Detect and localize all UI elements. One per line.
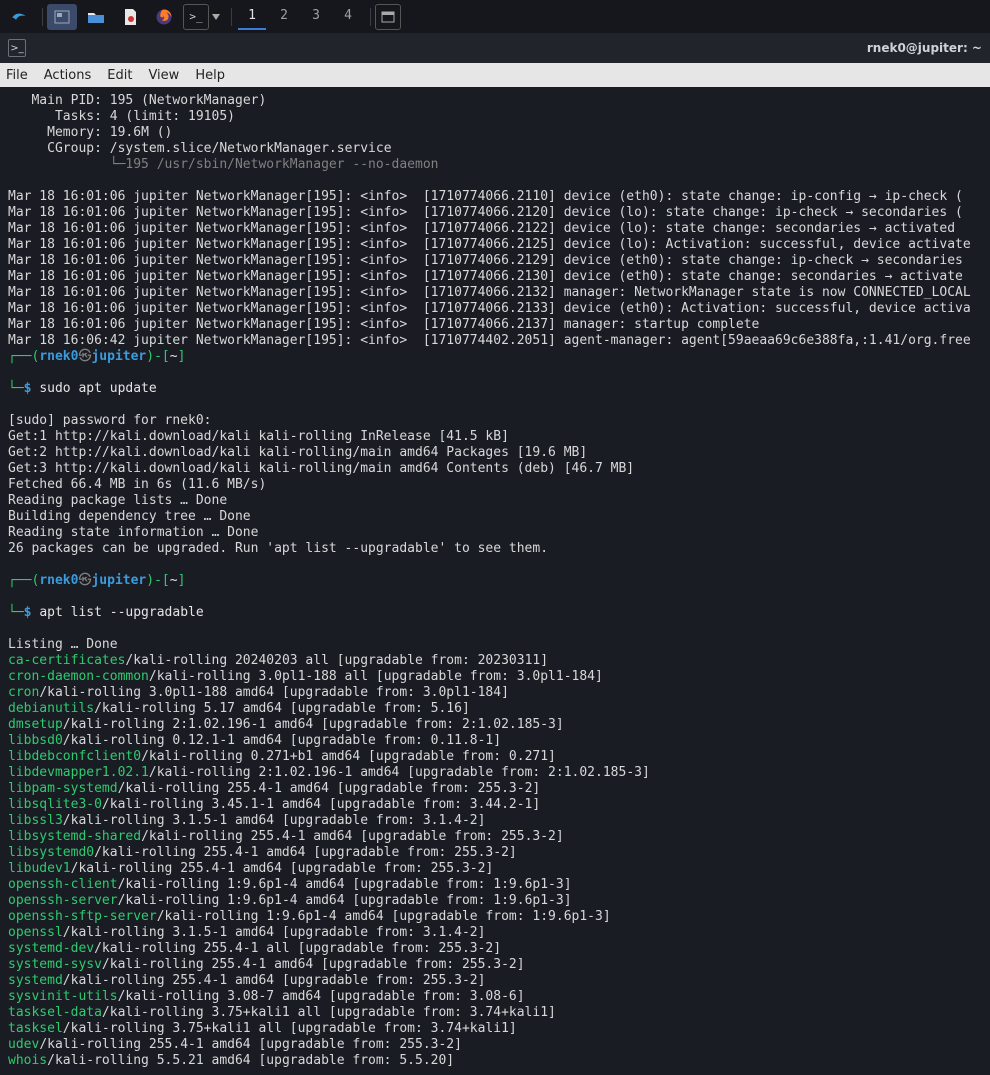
package-line: openssh-client/kali-rolling 1:9.6p1-4 am… (8, 877, 572, 892)
package-line: libdebconfclient0/kali-rolling 0.271+b1 … (8, 749, 556, 764)
separator (42, 8, 43, 26)
package-line: libsystemd-shared/kali-rolling 255.4-1 a… (8, 829, 564, 844)
file-manager-icon[interactable] (81, 4, 111, 30)
package-line: libsystemd0/kali-rolling 255.4-1 amd64 [… (8, 845, 517, 860)
log-line: Mar 18 16:01:06 jupiter NetworkManager[1… (8, 237, 971, 252)
package-line: debianutils/kali-rolling 5.17 amd64 [upg… (8, 701, 470, 716)
status-cgroup: CGroup: /system.slice/NetworkManager.ser… (8, 141, 392, 156)
kali-menu-icon[interactable] (4, 4, 34, 30)
log-line: Mar 18 16:01:06 jupiter NetworkManager[1… (8, 317, 759, 332)
apt-output-line: 26 packages can be upgraded. Run 'apt li… (8, 541, 548, 556)
package-line: systemd-sysv/kali-rolling 255.4-1 amd64 … (8, 957, 525, 972)
window-titlebar[interactable]: >_ rnek0@jupiter: ~ (0, 33, 990, 63)
prompt-cmd-2: └─$ apt list --upgradable (8, 605, 982, 621)
package-line: tasksel/kali-rolling 3.75+kali1 all [upg… (8, 1021, 517, 1036)
package-line: openssl/kali-rolling 3.1.5-1 amd64 [upgr… (8, 925, 485, 940)
package-line: cron/kali-rolling 3.0pl1-188 amd64 [upgr… (8, 685, 509, 700)
workspace-3[interactable]: 3 (302, 4, 330, 30)
prompt-cmd-1: └─$ sudo apt update (8, 381, 982, 397)
package-line: sysvinit-utils/kali-rolling 3.08-7 amd64… (8, 989, 525, 1004)
workspace-2[interactable]: 2 (270, 4, 298, 30)
apt-output-line: [sudo] password for rnek0: (8, 413, 212, 428)
package-line: ca-certificates/kali-rolling 20240203 al… (8, 653, 548, 668)
package-line: udev/kali-rolling 255.4-1 amd64 [upgrada… (8, 1037, 462, 1052)
package-line: libpam-systemd/kali-rolling 255.4-1 amd6… (8, 781, 540, 796)
apt-output-line: Reading state information … Done (8, 525, 258, 540)
log-line: Mar 18 16:01:06 jupiter NetworkManager[1… (8, 221, 963, 236)
show-desktop-icon[interactable] (375, 4, 401, 30)
prompt-line-1: ┌──(rnek0㉿jupiter)-[~] (8, 349, 982, 365)
apt-output-line: Get:1 http://kali.download/kali kali-rol… (8, 429, 509, 444)
terminal-launcher-icon[interactable]: >_ (183, 4, 209, 30)
log-line: Mar 18 16:01:06 jupiter NetworkManager[1… (8, 253, 963, 268)
log-line: Mar 18 16:01:06 jupiter NetworkManager[1… (8, 205, 963, 220)
apt-output-line: Reading package lists … Done (8, 493, 227, 508)
log-line: Mar 18 16:01:06 jupiter NetworkManager[1… (8, 285, 971, 300)
separator (370, 8, 371, 26)
apt-output-line: Get:2 http://kali.download/kali kali-rol… (8, 445, 587, 460)
workspace-switcher-icon[interactable] (47, 4, 77, 30)
menu-view[interactable]: View (148, 68, 179, 83)
package-line: libdevmapper1.02.1/kali-rolling 2:1.02.1… (8, 765, 650, 780)
terminal-dropdown-icon[interactable] (209, 4, 223, 30)
package-line: libbsd0/kali-rolling 0.12.1-1 amd64 [upg… (8, 733, 501, 748)
cherrytree-icon[interactable] (115, 4, 145, 30)
status-main-pid: Main PID: 195 (NetworkManager) (8, 93, 266, 108)
taskbar: >_ 1234 (0, 0, 990, 33)
apt-output-line: Fetched 66.4 MB in 6s (11.6 MB/s) (8, 477, 266, 492)
menu-help[interactable]: Help (195, 68, 225, 83)
prompt-line-2: ┌──(rnek0㉿jupiter)-[~] (8, 573, 982, 589)
apt-output-line: Get:3 http://kali.download/kali kali-rol… (8, 461, 634, 476)
menu-edit[interactable]: Edit (107, 68, 132, 83)
package-line: systemd/kali-rolling 255.4-1 amd64 [upgr… (8, 973, 485, 988)
window-icon: >_ (8, 39, 26, 57)
workspace-4[interactable]: 4 (334, 4, 362, 30)
package-line: cron-daemon-common/kali-rolling 3.0pl1-1… (8, 669, 603, 684)
terminal-output[interactable]: Main PID: 195 (NetworkManager) Tasks: 4 … (0, 87, 990, 1075)
separator (231, 8, 232, 26)
window-title: rnek0@jupiter: ~ (867, 41, 982, 55)
status-memory: Memory: 19.6M () (8, 125, 172, 140)
package-line: libudev1/kali-rolling 255.4-1 amd64 [upg… (8, 861, 493, 876)
menubar: File Actions Edit View Help (0, 63, 990, 87)
package-line: openssh-server/kali-rolling 1:9.6p1-4 am… (8, 893, 572, 908)
log-line: Mar 18 16:01:06 jupiter NetworkManager[1… (8, 189, 963, 204)
listing-header: Listing … Done (8, 637, 118, 652)
status-cgroup-tree: └─195 /usr/sbin/NetworkManager --no-daem… (8, 157, 438, 172)
log-line: Mar 18 16:06:42 jupiter NetworkManager[1… (8, 333, 971, 348)
menu-file[interactable]: File (6, 68, 28, 83)
package-line: systemd-dev/kali-rolling 255.4-1 all [up… (8, 941, 501, 956)
package-line: openssh-sftp-server/kali-rolling 1:9.6p1… (8, 909, 611, 924)
package-line: dmsetup/kali-rolling 2:1.02.196-1 amd64 … (8, 717, 564, 732)
log-line: Mar 18 16:01:06 jupiter NetworkManager[1… (8, 269, 963, 284)
firefox-icon[interactable] (149, 4, 179, 30)
apt-output-line: Building dependency tree … Done (8, 509, 251, 524)
status-tasks: Tasks: 4 (limit: 19105) (8, 109, 235, 124)
package-line: whois/kali-rolling 5.5.21 amd64 [upgrada… (8, 1053, 454, 1068)
package-line: libssl3/kali-rolling 3.1.5-1 amd64 [upgr… (8, 813, 485, 828)
menu-actions[interactable]: Actions (44, 68, 92, 83)
package-line: tasksel-data/kali-rolling 3.75+kali1 all… (8, 1005, 556, 1020)
workspace-1[interactable]: 1 (238, 4, 266, 30)
package-line: libsqlite3-0/kali-rolling 3.45.1-1 amd64… (8, 797, 540, 812)
log-line: Mar 18 16:01:06 jupiter NetworkManager[1… (8, 301, 971, 316)
